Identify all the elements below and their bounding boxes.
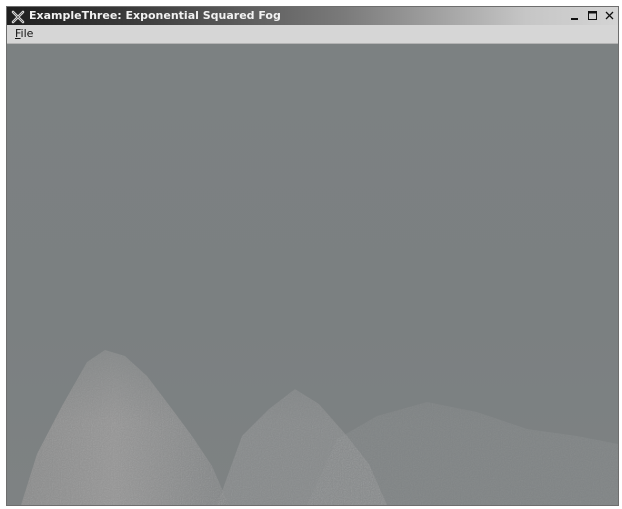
menu-item-file[interactable]: File	[13, 27, 35, 41]
fog-terrain-render	[7, 44, 618, 505]
window-title: ExampleThree: Exponential Squared Fog	[29, 9, 281, 22]
maximize-icon[interactable]	[585, 8, 600, 22]
application-window: ExampleThree: Exponential Squared Fog Fi…	[6, 6, 619, 506]
window-controls	[568, 8, 617, 24]
title-bar[interactable]: ExampleThree: Exponential Squared Fog	[7, 7, 618, 25]
close-icon[interactable]	[602, 8, 617, 22]
menu-bar: File	[7, 25, 618, 44]
x-logo-icon[interactable]	[11, 9, 25, 24]
minimize-icon[interactable]	[568, 8, 583, 22]
render-viewport[interactable]	[7, 44, 618, 505]
menu-label-rest: ile	[20, 27, 34, 40]
